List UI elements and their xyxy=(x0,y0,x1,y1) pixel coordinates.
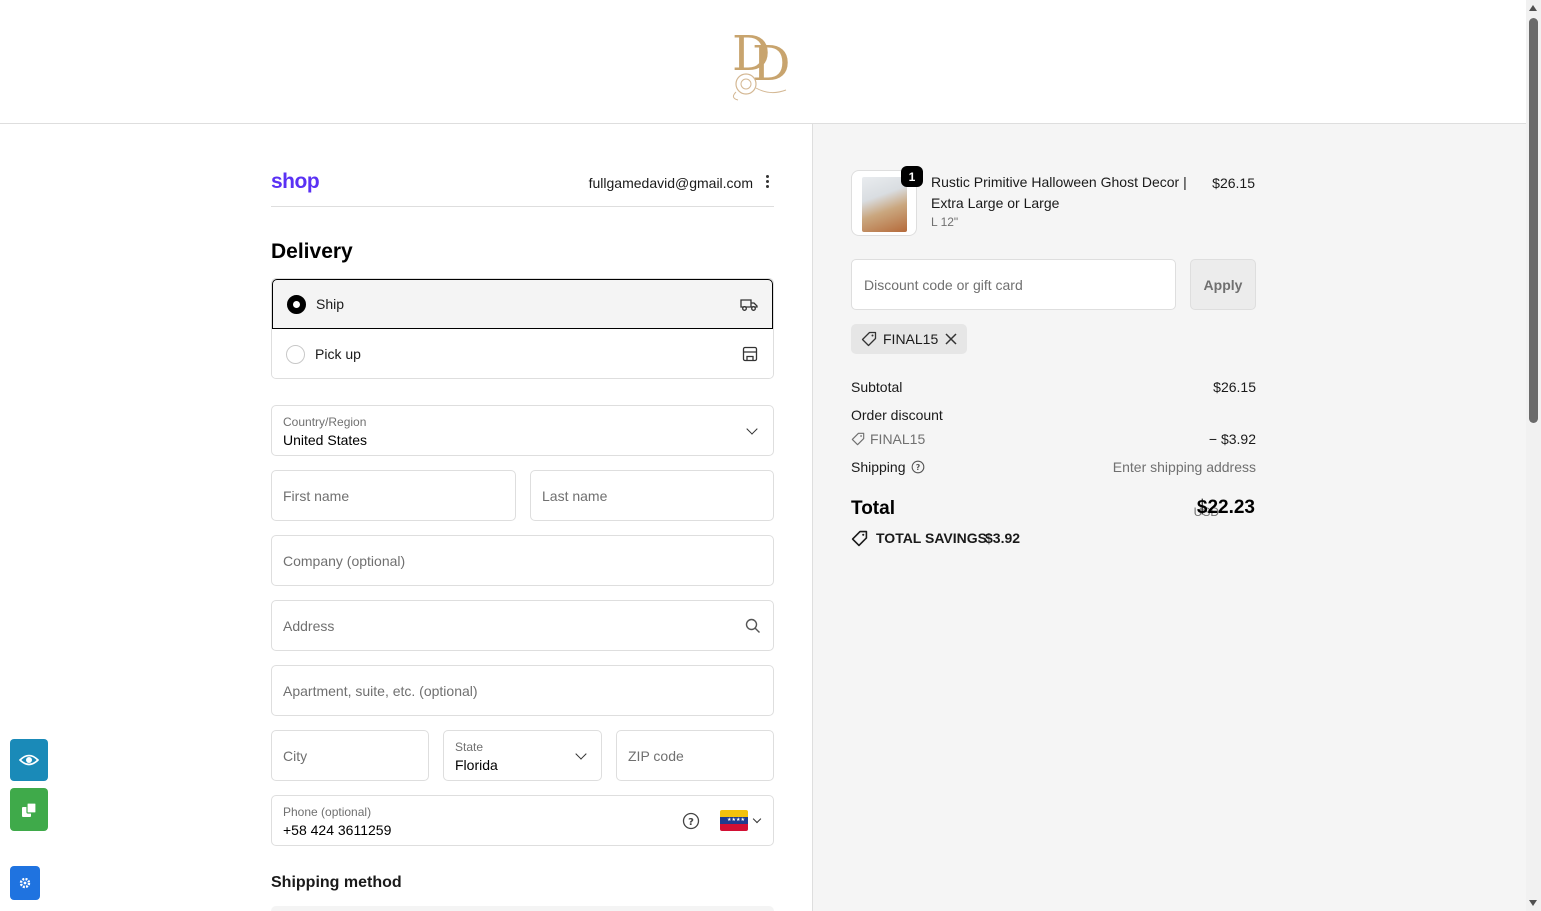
address-placeholder: Address xyxy=(283,617,335,634)
country-select[interactable]: Country/Region United States xyxy=(271,405,774,456)
product-price: $26.15 xyxy=(1212,175,1255,191)
shipping-method-heading: Shipping method xyxy=(271,874,402,891)
city-field[interactable]: City xyxy=(271,730,429,781)
settings-extension-button[interactable] xyxy=(10,866,40,900)
country-label: Country/Region xyxy=(283,415,367,429)
shop-pay-logo: shop xyxy=(271,170,320,193)
brand-logo[interactable]: D D xyxy=(724,18,804,102)
site-header: D D xyxy=(0,0,1526,124)
phone-field[interactable]: Phone (optional) +58 424 3611259 ? ★★★★ xyxy=(271,795,774,846)
first-name-field[interactable]: First name xyxy=(271,470,516,521)
account-email: fullgamedavid@gmail.com xyxy=(588,175,753,191)
copy-extension-button[interactable] xyxy=(10,788,48,831)
discount-code-label: FINAL15 xyxy=(870,431,926,447)
product-title: Rustic Primitive Halloween Ghost Decor |… xyxy=(931,174,1187,211)
subtotal-row: Subtotal $26.15 xyxy=(851,379,1256,395)
checkout-form-panel: shop fullgamedavid@gmail.com Delivery Sh… xyxy=(0,124,812,911)
gear-icon xyxy=(19,877,31,889)
state-label: State xyxy=(455,740,484,754)
chevron-down-icon xyxy=(575,748,587,760)
apartment-placeholder: Apartment, suite, etc. (optional) xyxy=(283,682,478,699)
delivery-option-pickup[interactable]: Pick up xyxy=(272,329,773,378)
svg-text:D: D xyxy=(752,36,790,92)
chevron-down-icon xyxy=(746,423,758,435)
shipping-row: Shipping ? Enter shipping address xyxy=(851,459,1256,475)
discount-placeholder: Discount code or gift card xyxy=(864,277,1023,293)
zip-field[interactable]: ZIP code xyxy=(616,730,774,781)
apply-discount-button[interactable]: Apply xyxy=(1190,259,1256,310)
divider xyxy=(271,206,774,207)
delivery-option-label: Pick up xyxy=(315,346,361,362)
company-field[interactable]: Company (optional) xyxy=(271,535,774,586)
product-image xyxy=(862,177,907,232)
total-value: $22.23 xyxy=(1196,497,1255,518)
svg-text:?: ? xyxy=(688,817,694,828)
order-discount-label: Order discount xyxy=(851,407,943,423)
search-icon[interactable] xyxy=(745,618,761,634)
state-select[interactable]: State Florida xyxy=(443,730,602,781)
last-name-placeholder: Last name xyxy=(542,487,608,504)
product-variant: L 12" xyxy=(931,215,959,229)
discount-code-input[interactable]: Discount code or gift card xyxy=(851,259,1176,310)
apartment-field[interactable]: Apartment, suite, etc. (optional) xyxy=(271,665,774,716)
delivery-option-label: Ship xyxy=(316,296,345,312)
company-placeholder: Company (optional) xyxy=(283,552,406,569)
first-name-placeholder: First name xyxy=(283,487,350,504)
order-summary-panel: 1 Rustic Primitive Halloween Ghost Decor… xyxy=(812,124,1526,911)
tag-icon xyxy=(851,432,865,446)
store-icon xyxy=(742,346,758,362)
shipping-value: Enter shipping address xyxy=(1112,459,1256,475)
tag-icon xyxy=(851,530,868,547)
svg-text:?: ? xyxy=(916,463,921,472)
account-menu-icon[interactable] xyxy=(762,174,772,190)
help-icon[interactable]: ? xyxy=(682,812,700,830)
savings-label: TOTAL SAVINGS xyxy=(876,530,987,546)
delivery-heading: Delivery xyxy=(271,240,353,263)
phone-label: Phone (optional) xyxy=(283,805,372,819)
eye-icon xyxy=(19,754,39,766)
delivery-option-ship[interactable]: Ship xyxy=(272,279,773,329)
page-scrollbar[interactable] xyxy=(1526,0,1541,911)
state-value: Florida xyxy=(455,757,498,773)
scroll-down-icon[interactable] xyxy=(1529,900,1537,906)
shipping-label: Shipping xyxy=(851,459,906,475)
total-label: Total xyxy=(851,498,895,519)
venezuela-flag-icon[interactable]: ★★★★ xyxy=(720,810,748,831)
country-value: United States xyxy=(283,432,368,448)
tag-icon xyxy=(861,331,877,347)
city-placeholder: City xyxy=(283,747,308,764)
phone-value: +58 424 3611259 xyxy=(283,822,392,838)
last-name-field[interactable]: Last name xyxy=(530,470,774,521)
address-field[interactable]: Address xyxy=(271,600,774,651)
remove-discount-icon[interactable] xyxy=(945,333,957,345)
applied-discount-chip: FINAL15 xyxy=(851,324,967,354)
chevron-down-icon xyxy=(752,814,762,824)
savings-value: $3.92 xyxy=(985,530,1021,546)
subtotal-label: Subtotal xyxy=(851,379,903,395)
copy-icon xyxy=(22,801,37,817)
subtotal-value: $26.15 xyxy=(1213,379,1256,395)
radio-unselected[interactable] xyxy=(286,344,305,364)
scroll-up-icon[interactable] xyxy=(1529,5,1537,11)
quantity-badge: 1 xyxy=(901,166,923,187)
applied-code-text: FINAL15 xyxy=(883,331,939,347)
scrollbar-thumb[interactable] xyxy=(1529,18,1538,423)
discount-value: − $3.92 xyxy=(1208,431,1256,447)
order-discount-row: Order discount xyxy=(851,407,1256,423)
help-icon[interactable]: ? xyxy=(911,460,925,474)
eye-extension-button[interactable] xyxy=(10,739,48,781)
delivery-method-group: Ship Pick up xyxy=(271,278,774,379)
radio-selected[interactable] xyxy=(287,294,306,314)
zip-placeholder: ZIP code xyxy=(628,747,684,764)
shipping-method-box xyxy=(271,906,774,911)
truck-icon xyxy=(740,299,758,311)
